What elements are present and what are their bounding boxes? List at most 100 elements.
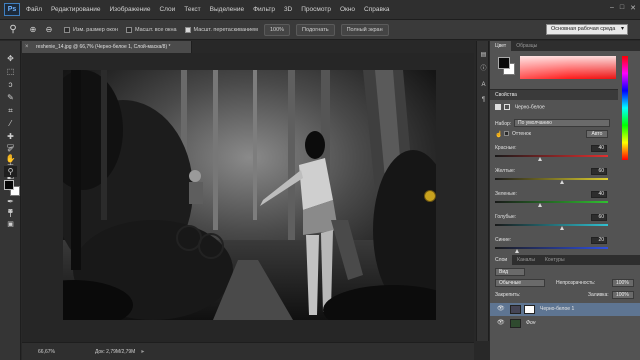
eyedropper-icon[interactable]: ⁄: [4, 118, 17, 129]
adjustment-header: Черно-белое: [495, 104, 545, 110]
zoom-all-checkbox[interactable]: [125, 26, 132, 33]
paragraph-icon[interactable]: ¶: [479, 96, 488, 105]
menu-select[interactable]: Выделение: [210, 6, 244, 13]
slider-value-field[interactable]: 60: [591, 214, 607, 221]
hue-bar[interactable]: [622, 56, 628, 160]
preset-select[interactable]: По умолчанию: [514, 119, 610, 127]
slider-track[interactable]: [495, 247, 608, 249]
move-icon[interactable]: ✥: [4, 53, 17, 64]
lasso-icon[interactable]: ↄ: [4, 79, 17, 90]
zoom-icon[interactable]: ⚲: [4, 166, 17, 177]
history-icon[interactable]: ▤: [479, 51, 488, 60]
photoshop-logo: Ps: [4, 3, 20, 16]
info-icon[interactable]: ⓘ: [479, 65, 488, 74]
tab-color[interactable]: Цвет: [490, 41, 512, 51]
slider-value-field[interactable]: 20: [591, 237, 607, 244]
slider-label: Красные:: [495, 145, 517, 151]
menu-help[interactable]: Справка: [364, 6, 390, 13]
mask-icon[interactable]: [504, 104, 511, 110]
tab-paths[interactable]: Контуры: [540, 255, 570, 265]
eye-icon[interactable]: 👁: [497, 317, 505, 330]
tint-checkbox[interactable]: [504, 131, 509, 137]
menu-window[interactable]: Окно: [340, 6, 355, 13]
eye-icon[interactable]: 👁: [497, 303, 505, 316]
opacity-label: Непрозрачность:: [556, 280, 596, 286]
image-thumbnail: [510, 319, 521, 328]
slider-track[interactable]: [495, 201, 608, 203]
menu-file[interactable]: Файл: [26, 6, 42, 13]
opacity-field[interactable]: 100%: [612, 279, 634, 287]
menu-type[interactable]: Текст: [184, 6, 200, 13]
fill-screen-button[interactable]: Полный экран: [340, 23, 389, 36]
tools-panel: ✥ ⬚ ↄ ✎ ⌗ ⁄ ✚ ✐ ⊥ ◧ ● ✒ T: [0, 41, 21, 360]
layer-filter-label: Вид: [499, 269, 509, 275]
status-menu-icon[interactable]: ▸: [141, 348, 144, 355]
color-fg-swatch[interactable]: [498, 57, 510, 69]
zoom-in-icon[interactable]: ⊕: [26, 23, 40, 37]
slider-thumb[interactable]: [515, 249, 520, 253]
workspace-select[interactable]: Основная рабочая среда: [546, 24, 628, 35]
blend-mode-select[interactable]: Обычные: [495, 279, 545, 287]
resize-windows-option[interactable]: Изм. размер окон: [64, 26, 118, 33]
zoom-level[interactable]: 66,67%: [38, 349, 55, 355]
resize-windows-checkbox[interactable]: [64, 26, 70, 33]
scrubby-zoom-checkbox[interactable]: [184, 26, 191, 33]
screen-mode-icon[interactable]: ▣: [4, 219, 17, 230]
tab-swatches[interactable]: Образцы: [511, 41, 542, 51]
menu-edit[interactable]: Редактирование: [51, 6, 101, 13]
character-icon[interactable]: A: [479, 81, 488, 90]
adjustment-icon: [495, 104, 501, 110]
layer-row-bw[interactable]: 👁 Черно-белое 1: [490, 303, 640, 316]
slider-track[interactable]: [495, 155, 608, 157]
mask-thumbnail[interactable]: [524, 305, 535, 314]
close-button[interactable]: ✕: [630, 4, 636, 12]
target-adjust-icon[interactable]: ☝: [495, 131, 502, 138]
tint-option[interactable]: Оттенок: [504, 131, 531, 137]
zoom-all-label: Масшт. все окна: [134, 26, 177, 33]
zoom-100-button[interactable]: 100%: [263, 23, 291, 36]
fit-screen-button[interactable]: Подогнать: [296, 23, 335, 36]
tab-channels[interactable]: Каналы: [512, 255, 540, 265]
slider-track[interactable]: [495, 224, 608, 226]
menu-view[interactable]: Просмотр: [301, 6, 331, 13]
brush-cursor-icon: [424, 190, 436, 202]
zoom-out-icon[interactable]: ⊖: [42, 23, 56, 37]
crop-icon[interactable]: ⌗: [4, 105, 17, 116]
hand-icon[interactable]: ✋: [4, 153, 17, 164]
slider-thumb[interactable]: [560, 180, 565, 184]
layer-filter-select[interactable]: Вид: [495, 268, 525, 276]
color-spectrum[interactable]: [520, 56, 616, 79]
slider-thumb[interactable]: [560, 226, 565, 230]
minimize-button[interactable]: –: [610, 4, 614, 12]
slider-value-field[interactable]: 60: [591, 168, 607, 175]
tab-layers[interactable]: Слои: [490, 255, 513, 265]
quick-select-icon[interactable]: ✎: [4, 92, 17, 103]
zoom-all-option[interactable]: Масшт. все окна: [125, 26, 177, 33]
auto-button[interactable]: Авто: [586, 130, 608, 138]
shape-icon[interactable]: ▭: [4, 140, 17, 151]
foreground-color-swatch[interactable]: [4, 180, 14, 190]
document-tab[interactable]: reshenie_14.jpg @ 66,7% (Черно-белое 1, …: [22, 41, 192, 53]
zoom-tool-icon[interactable]: ⚲: [6, 23, 20, 37]
maximize-button[interactable]: □: [620, 4, 624, 12]
layer-name[interactable]: Фон: [526, 317, 536, 330]
slider-value-field[interactable]: 40: [591, 191, 607, 198]
slider-value-field[interactable]: 40: [591, 145, 607, 152]
slider-track[interactable]: [495, 178, 608, 180]
menu-3d[interactable]: 3D: [284, 6, 292, 13]
fill-field[interactable]: 100%: [612, 291, 634, 299]
options-bar: ⚲ ⊕ ⊖ Изм. размер окон Масшт. все окна М…: [0, 19, 640, 40]
layer-row-background[interactable]: 👁 Фон: [490, 317, 640, 330]
document-image[interactable]: [63, 70, 436, 320]
menu-layers[interactable]: Слои: [159, 6, 175, 13]
menu-filter[interactable]: Фильтр: [253, 6, 275, 13]
marquee-icon[interactable]: ⬚: [4, 66, 17, 77]
layer-name[interactable]: Черно-белое 1: [540, 303, 574, 316]
slider-thumb[interactable]: [537, 203, 542, 207]
scrubby-zoom-option[interactable]: Масшт. перетаскиванием: [184, 26, 258, 33]
close-document-icon[interactable]: ×: [25, 41, 29, 53]
layers-panel-tabs: Слои Каналы Контуры: [490, 255, 640, 265]
slider-thumb[interactable]: [537, 157, 542, 161]
menu-image[interactable]: Изображение: [110, 6, 151, 13]
quick-mask-icon[interactable]: ◙: [4, 206, 17, 217]
